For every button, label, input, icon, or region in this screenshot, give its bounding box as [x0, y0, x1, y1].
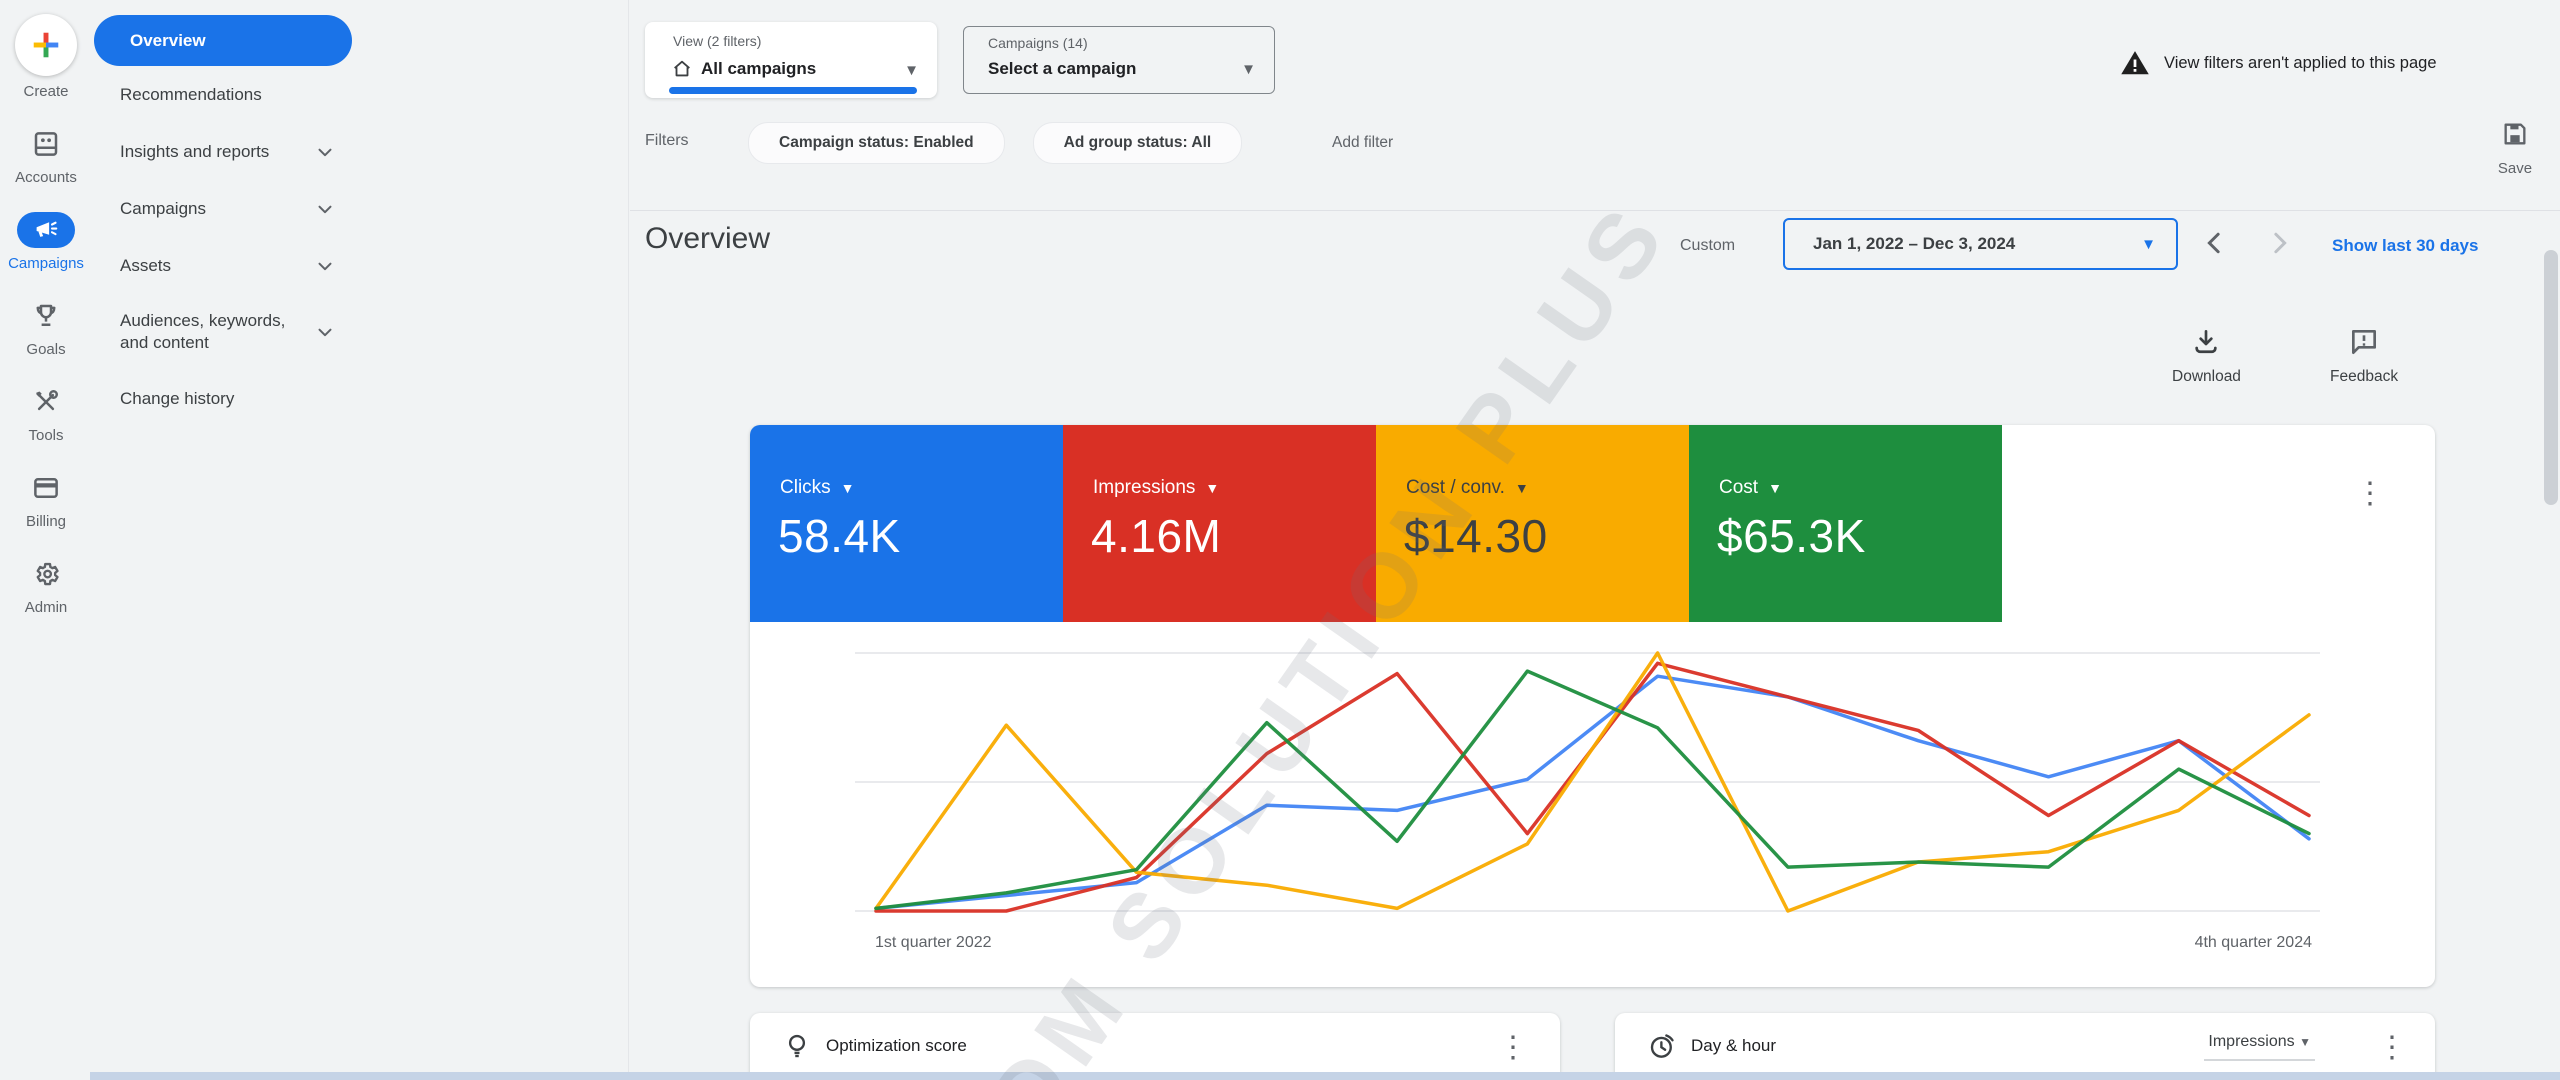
save-label: Save — [2497, 160, 2533, 177]
feedback-label: Feedback — [2330, 368, 2399, 385]
nav-item-campaigns[interactable]: Campaigns — [94, 180, 352, 237]
optimization-score-card: Optimization score ⋮ — [750, 1013, 1560, 1080]
chevron-down-icon — [314, 321, 336, 343]
feedback-button[interactable]: Feedback — [2330, 326, 2398, 386]
caret-down-icon: ▼ — [2141, 235, 2156, 253]
more-options-icon[interactable]: ⋮ — [2377, 1033, 2407, 1063]
tools-icon — [17, 384, 75, 420]
caret-down-icon: ▼ — [1768, 480, 1782, 496]
nav-item-audiences-keywords-and-content[interactable]: Audiences, keywords, and content — [94, 294, 352, 370]
x-axis-end-label: 4th quarter 2024 — [2194, 934, 2312, 951]
date-range-value: Jan 1, 2022 – Dec 3, 2024 — [1813, 234, 2016, 253]
campaign-selector-value: Select a campaign — [988, 59, 1137, 78]
more-options-icon[interactable]: ⋮ — [2355, 479, 2385, 509]
metric-tile-impressions[interactable]: Impressions ▼ 4.16M — [1063, 425, 1376, 622]
billing-icon — [17, 470, 75, 506]
chevron-down-icon — [314, 198, 336, 220]
nav-item-change-history[interactable]: Change history — [94, 370, 352, 427]
warning-icon — [2121, 51, 2149, 75]
rail-item-accounts[interactable]: Accounts — [8, 126, 84, 186]
accounts-icon — [17, 126, 75, 162]
view-selector[interactable]: View (2 filters) All campaigns ▼ — [645, 22, 937, 98]
rail-item-billing[interactable]: Billing — [8, 470, 84, 530]
chevron-down-icon — [314, 255, 336, 277]
download-button[interactable]: Download — [2172, 326, 2241, 386]
create-button[interactable]: Create — [15, 14, 77, 100]
filter-chip-ad-group-status-all[interactable]: Ad group status: All — [1032, 122, 1243, 164]
trophy-icon — [17, 298, 75, 334]
view-filters-warning: View filters aren't applied to this page — [2120, 48, 2437, 78]
nav-item-assets[interactable]: Assets — [94, 237, 352, 294]
create-label: Create — [23, 83, 69, 100]
filters-label: Filters — [645, 132, 689, 149]
filter-chips: Campaign status: Enabled Ad group status:… — [748, 122, 1243, 164]
icon-rail: Create Accounts Campaigns Goals Tools Billin… — [0, 0, 92, 1080]
google-ads-overview-page: Create Accounts Campaigns Goals Tools Billin… — [0, 0, 2560, 1080]
day-hour-metric-selector[interactable]: Impressions ▼ — [2204, 1033, 2315, 1061]
filter-chip-campaign-status-enabled[interactable]: Campaign status: Enabled — [748, 122, 1005, 164]
metric-tiles: Clicks ▼ 58.4K Impressions ▼ 4.16M Cost / conv… — [750, 425, 2002, 622]
x-axis-start-label: 1st quarter 2022 — [875, 934, 992, 951]
chevron-down-icon — [314, 141, 336, 163]
caret-down-icon: ▼ — [1205, 480, 1220, 496]
nav-item-recommendations[interactable]: Recommendations — [94, 66, 352, 123]
nav-item-overview[interactable]: Overview — [94, 15, 352, 66]
nav-content-divider — [628, 0, 629, 1080]
optimization-score-title: Optimization score — [826, 1036, 967, 1055]
lightbulb-icon — [788, 1034, 806, 1058]
trend-chart-svg — [855, 651, 2320, 913]
campaign-selector-label: Campaigns (14) — [988, 35, 1088, 51]
date-prev-button[interactable] — [2200, 228, 2230, 258]
plus-icon — [15, 14, 77, 76]
caret-down-icon: ▼ — [904, 62, 919, 79]
rail-item-admin[interactable]: Admin — [8, 556, 84, 616]
show-last-30-days-link[interactable]: Show last 30 days — [2332, 236, 2478, 256]
gear-icon — [17, 556, 75, 592]
date-mode-label: Custom — [1680, 237, 1736, 254]
add-filter-button[interactable]: Add filter — [1332, 134, 1393, 152]
nav-item-insights-and-reports[interactable]: Insights and reports — [94, 123, 352, 180]
caret-down-icon: ▼ — [2299, 1035, 2311, 1049]
download-icon — [2195, 330, 2218, 354]
page-title: Overview — [645, 222, 771, 255]
megaphone-icon — [17, 212, 75, 248]
section-nav: Overview Recommendations Insights and repo… — [92, 0, 392, 1080]
day-hour-metric-value: Impressions — [2208, 1033, 2295, 1050]
horizontal-scrollbar[interactable] — [90, 1072, 2560, 1080]
toolbar-divider — [630, 210, 2560, 211]
vertical-scrollbar-thumb[interactable] — [2544, 250, 2558, 505]
save-button[interactable]: Save — [2480, 120, 2550, 177]
caret-down-icon: ▼ — [1241, 61, 1256, 78]
clock-icon — [1650, 1034, 1674, 1058]
date-next-button[interactable] — [2264, 228, 2294, 258]
view-selector-active-bar — [669, 87, 917, 94]
chevron-right-icon — [2274, 232, 2287, 254]
date-range-picker[interactable]: Jan 1, 2022 – Dec 3, 2024 ▼ — [1783, 218, 2178, 270]
series-line-clicks — [874, 674, 2311, 911]
metric-tile-cost[interactable]: Cost ▼ $65.3K — [1689, 425, 2002, 622]
download-label: Download — [2172, 368, 2241, 385]
campaign-selector[interactable]: Campaigns (14) Select a campaign ▼ — [963, 26, 1275, 94]
rail-item-goals[interactable]: Goals — [8, 298, 84, 358]
warning-text: View filters aren't applied to this page — [2164, 53, 2437, 72]
caret-down-icon: ▼ — [1514, 480, 1529, 496]
day-hour-card: Day & hour Impressions ▼ ⋮ — [1615, 1013, 2435, 1080]
rail-item-tools[interactable]: Tools — [8, 384, 84, 444]
feedback-icon — [2352, 330, 2377, 354]
home-icon — [674, 60, 690, 77]
rail-item-campaigns[interactable]: Campaigns — [8, 212, 84, 272]
save-icon — [2504, 123, 2526, 145]
metric-tile-cost-conv[interactable]: Cost / conv. ▼ $14.30 — [1376, 425, 1689, 622]
day-hour-title: Day & hour — [1691, 1036, 1777, 1055]
view-selector-label: View (2 filters) — [673, 33, 762, 49]
chevron-left-icon — [2207, 232, 2220, 254]
metric-tile-clicks[interactable]: Clicks ▼ 58.4K — [750, 425, 1063, 622]
caret-down-icon: ▼ — [840, 480, 855, 496]
view-selector-value: All campaigns — [701, 59, 817, 78]
more-options-icon[interactable]: ⋮ — [1498, 1033, 1528, 1063]
